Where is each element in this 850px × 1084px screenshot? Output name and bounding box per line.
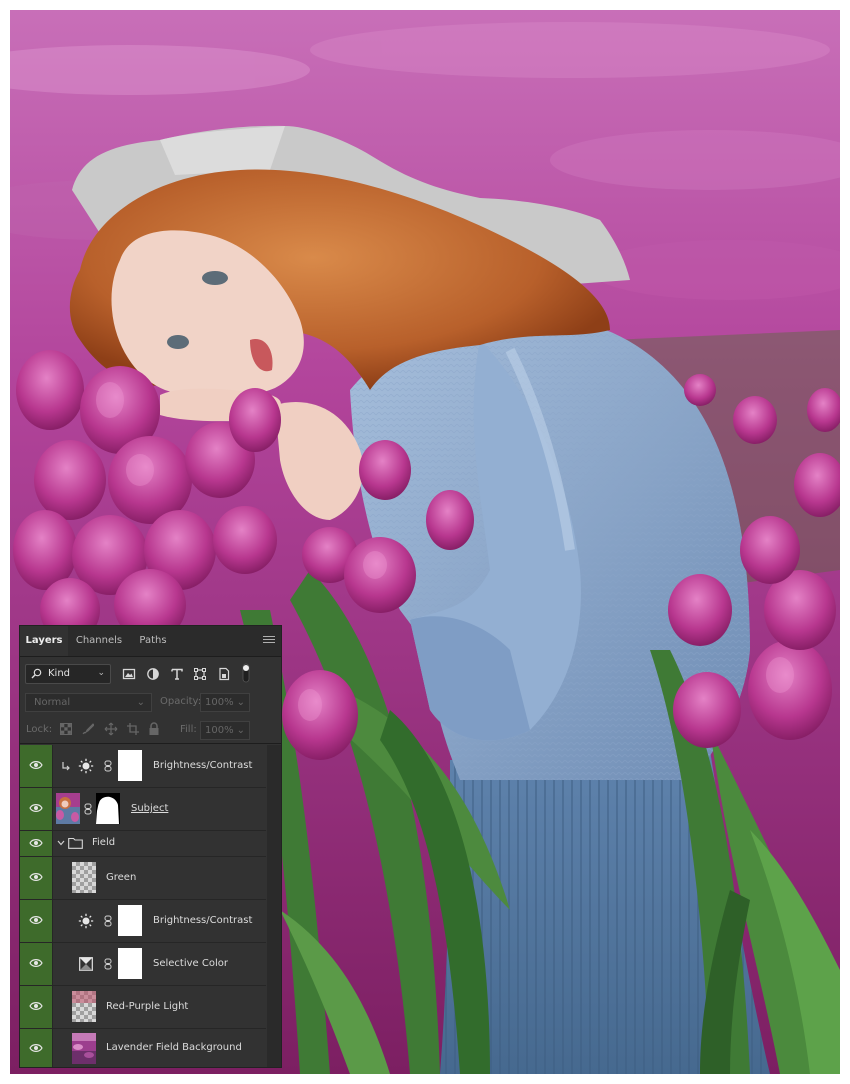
link-icon[interactable] <box>104 760 112 772</box>
visibility-toggle[interactable] <box>20 900 53 942</box>
layer-row[interactable]: Brightness/Contrast <box>20 745 266 788</box>
lock-pixels-icon[interactable] <box>82 723 94 735</box>
layer-thumbnail[interactable] <box>72 862 96 893</box>
clipping-arrow-icon <box>62 762 70 771</box>
blend-row: Normal ⌄ Opacity: 100% ⌄ <box>20 689 281 715</box>
eye-icon <box>29 959 43 967</box>
chevron-down-icon: ⌄ <box>136 697 145 708</box>
lock-all-icon[interactable] <box>148 722 160 736</box>
layer-name: Lavender Field Background <box>106 1042 242 1053</box>
smart-object-filter-icon[interactable] <box>217 667 231 681</box>
layer-mask-thumbnail[interactable] <box>118 905 142 936</box>
blend-mode-dropdown[interactable]: Normal ⌄ <box>25 693 152 712</box>
opacity-value: 100% <box>205 697 234 708</box>
tab-paths[interactable]: Paths <box>130 626 176 656</box>
layer-mask-thumbnail[interactable] <box>96 793 120 824</box>
adjustment-layer-filter-icon[interactable] <box>146 667 160 681</box>
layer-mask-thumbnail[interactable] <box>118 948 142 979</box>
layer-group-row[interactable]: Field <box>20 831 266 857</box>
filter-kind-dropdown[interactable]: Kind ⌄ <box>25 664 111 684</box>
layer-row[interactable]: Selective Color <box>20 943 266 986</box>
layer-name: Green <box>106 872 137 883</box>
brightness-icon <box>78 913 94 929</box>
visibility-toggle[interactable] <box>20 943 53 985</box>
filter-row: Kind ⌄ <box>20 657 281 689</box>
layer-name: Brightness/Contrast <box>153 915 253 926</box>
blend-mode-value: Normal <box>34 697 71 708</box>
chevron-down-icon: ⌄ <box>236 697 245 708</box>
link-icon[interactable] <box>104 915 112 927</box>
chevron-down-icon: ⌄ <box>236 725 245 736</box>
selective-color-icon <box>79 957 93 971</box>
layer-thumbnail[interactable] <box>56 793 80 824</box>
lock-position-icon[interactable] <box>104 722 118 736</box>
visibility-toggle[interactable] <box>20 745 53 787</box>
layers-scrollbar[interactable] <box>267 745 281 1067</box>
panel-tabs: Layers Channels Paths <box>20 626 281 657</box>
filter-kind-label: Kind <box>48 668 71 679</box>
layer-name: Red-Purple Light <box>106 1001 189 1012</box>
layer-row[interactable]: Subject <box>20 788 266 831</box>
lock-row: Lock: Fill: 100% ⌄ <box>20 717 281 744</box>
layer-name: Subject <box>131 803 169 814</box>
layer-thumbnail[interactable] <box>72 1033 96 1064</box>
layer-thumbnail[interactable] <box>72 991 96 1022</box>
eye-icon <box>29 1002 43 1010</box>
layer-row[interactable]: Red-Purple Light <box>20 986 266 1029</box>
eye-icon <box>29 761 43 769</box>
visibility-toggle[interactable] <box>20 986 53 1028</box>
visibility-toggle[interactable] <box>20 831 53 856</box>
filter-toggle-icon[interactable] <box>241 663 251 683</box>
layer-row[interactable]: Lavender Field Background <box>20 1029 266 1067</box>
fill-field[interactable]: 100% ⌄ <box>200 721 250 740</box>
brightness-icon <box>78 758 94 774</box>
opacity-field[interactable]: 100% ⌄ <box>200 693 250 712</box>
opacity-label: Opacity: <box>160 696 202 707</box>
folder-icon <box>68 837 83 849</box>
chevron-down-icon: ⌄ <box>97 668 105 678</box>
chevron-down-icon[interactable] <box>57 839 65 847</box>
link-icon[interactable] <box>84 803 92 815</box>
lock-artboard-icon[interactable] <box>126 722 140 736</box>
eye-icon <box>29 916 43 924</box>
fill-value: 100% <box>205 725 234 736</box>
eye-icon <box>29 1044 43 1052</box>
lock-transparent-icon[interactable] <box>60 723 72 735</box>
panel-menu-icon[interactable] <box>263 636 275 646</box>
eye-icon <box>29 839 43 847</box>
eye-icon <box>29 804 43 812</box>
layer-name: Field <box>92 837 116 848</box>
layers-panel: Layers Channels Paths Kind ⌄ Normal ⌄ Op… <box>20 626 281 1067</box>
layers-list: Brightness/Contrast Subject Field Green … <box>20 745 281 1067</box>
layer-mask-thumbnail[interactable] <box>118 750 142 781</box>
search-icon <box>31 668 42 679</box>
type-layer-filter-icon[interactable] <box>170 667 184 681</box>
fill-label: Fill: <box>180 724 197 735</box>
visibility-toggle[interactable] <box>20 1029 53 1067</box>
tab-channels[interactable]: Channels <box>68 626 130 656</box>
layer-row[interactable]: Brightness/Contrast <box>20 900 266 943</box>
pixel-layer-filter-icon[interactable] <box>122 667 136 681</box>
link-icon[interactable] <box>104 958 112 970</box>
eye-icon <box>29 873 43 881</box>
lock-label: Lock: <box>26 724 53 735</box>
visibility-toggle[interactable] <box>20 857 53 899</box>
shape-layer-filter-icon[interactable] <box>193 667 207 681</box>
tab-layers[interactable]: Layers <box>20 626 68 656</box>
visibility-toggle[interactable] <box>20 788 53 830</box>
layer-name: Brightness/Contrast <box>153 760 253 771</box>
layer-row[interactable]: Green <box>20 857 266 900</box>
layer-name: Selective Color <box>153 958 228 969</box>
